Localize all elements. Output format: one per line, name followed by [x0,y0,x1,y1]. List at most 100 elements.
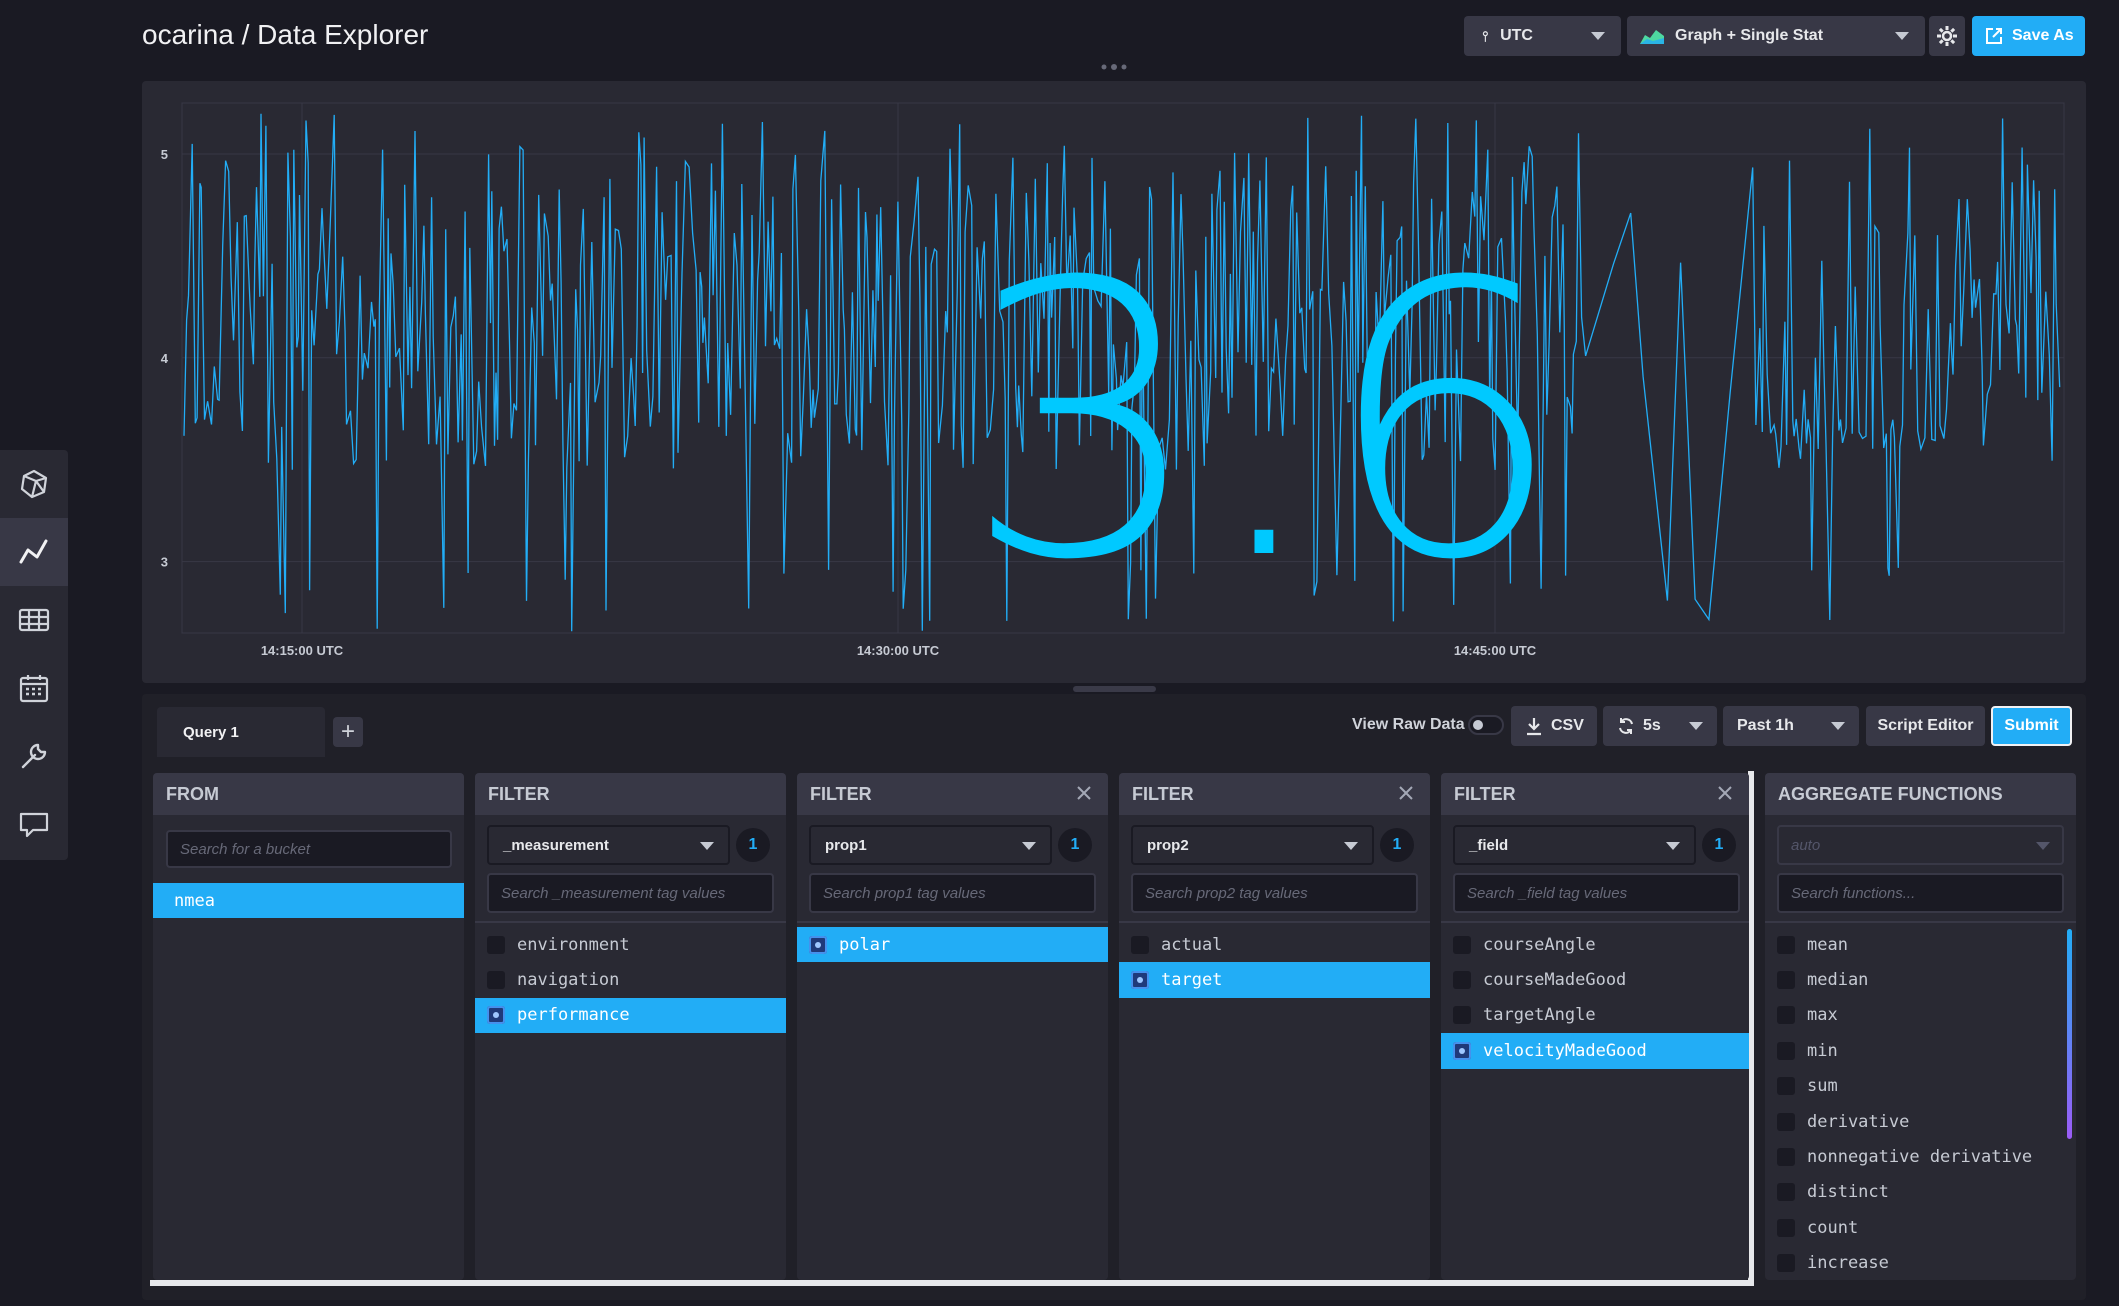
checkbox[interactable] [1453,971,1471,990]
list-item[interactable]: distinct [1765,1175,2076,1210]
list-item[interactable]: nonnegative derivative [1765,1139,2076,1174]
close-icon[interactable] [1072,781,1096,805]
save-as-button[interactable]: Save As [1972,16,2085,56]
nav-tasks[interactable] [0,654,68,722]
checkbox[interactable] [1777,1112,1795,1131]
checkbox[interactable] [1453,1006,1471,1025]
filter-key-label: _measurement [503,836,609,854]
filter-title-label: FILTER [810,783,872,804]
checkbox[interactable] [487,971,505,990]
item-label: min [1807,1040,1838,1061]
nav-feedback[interactable] [0,790,68,858]
refresh-icon [1619,718,1633,734]
checkbox[interactable] [1777,1041,1795,1060]
list-item[interactable]: increase [1765,1246,2076,1280]
csv-button[interactable]: CSV [1511,706,1597,746]
close-icon[interactable] [1394,781,1418,805]
filter-key-dropdown[interactable]: _field [1453,825,1696,865]
chat-icon [19,812,49,838]
filter-title-label: FILTER [1132,783,1194,804]
panel-resize-handle[interactable] [1073,686,1156,692]
checkbox[interactable] [1131,935,1149,954]
checkbox[interactable] [1453,1041,1471,1060]
checkbox[interactable] [1777,1218,1795,1237]
checkbox[interactable] [1453,935,1471,954]
list-item[interactable]: derivative [1765,1104,2076,1139]
chevron-down-icon [1344,842,1358,850]
list-item[interactable]: environment [475,927,786,962]
list-item[interactable]: velocityMadeGood [1441,1033,1749,1069]
window-period-dropdown[interactable]: auto [1777,825,2064,865]
export-icon [1986,28,2002,44]
drag-handle-icon[interactable] [1100,63,1128,71]
list-item[interactable]: courseAngle [1441,927,1749,962]
checkbox[interactable] [1777,1006,1795,1025]
list-item[interactable]: sum [1765,1069,2076,1104]
filter-key-dropdown[interactable]: _measurement [487,825,730,865]
viz-type-dropdown[interactable]: Graph + Single Stat [1627,16,1925,56]
view-raw-data-toggle[interactable] [1468,715,1504,735]
list-item[interactable]: count [1765,1210,2076,1245]
checkbox[interactable] [1777,935,1795,954]
list-item[interactable]: polar [797,927,1108,963]
nav-dashboards[interactable] [0,586,68,654]
scrollbar[interactable] [2067,929,2072,1139]
item-label: targetAngle [1483,1005,1596,1026]
list-item[interactable]: min [1765,1033,2076,1068]
cube-icon [20,469,48,499]
view-raw-data-label: View Raw Data [1352,716,1465,733]
add-query-button[interactable]: + [333,717,363,747]
checkbox[interactable] [1777,1254,1795,1273]
submit-button[interactable]: Submit [1991,706,2072,746]
left-nav [0,450,68,860]
aggregate-card-title: AGGREGATE FUNCTIONS [1765,773,2076,815]
chevron-down-icon [1895,32,1909,40]
nav-data-explorer[interactable] [0,518,68,586]
list-item[interactable]: max [1765,998,2076,1033]
bucket-item-nmea[interactable]: nmea [153,883,464,919]
checkbox[interactable] [1777,971,1795,990]
nav-settings[interactable] [0,722,68,790]
checkbox[interactable] [1777,1148,1795,1167]
chevron-down-icon [1022,842,1036,850]
tag-search-input[interactable]: Search prop1 tag values [809,873,1096,913]
checkbox[interactable] [1777,1077,1795,1096]
tag-search-input[interactable]: Search _field tag values [1453,873,1740,913]
list-item[interactable]: performance [475,997,786,1034]
timezone-dropdown[interactable]: ⫯ UTC [1464,16,1621,56]
filter-card-title: FILTER [475,773,786,815]
bucket-search-input[interactable]: Search for a bucket [166,830,452,868]
filter-card-title: FILTER [1441,773,1749,815]
tab-query-1[interactable]: Query 1 [157,707,325,757]
aggregate-functions-card: AGGREGATE FUNCTIONS auto Search function… [1765,773,2076,1280]
script-editor-button[interactable]: Script Editor [1866,706,1985,746]
filter-key-dropdown[interactable]: prop1 [809,825,1052,865]
close-icon[interactable] [1713,781,1737,805]
item-label: courseMadeGood [1483,970,1627,991]
refresh-dropdown[interactable]: 5s [1603,706,1717,746]
filter-key-dropdown[interactable]: prop2 [1131,825,1374,865]
list-item[interactable]: courseMadeGood [1441,962,1749,997]
checkbox[interactable] [1777,1183,1795,1202]
list-item[interactable]: target [1119,962,1430,998]
nav-getting-started[interactable] [0,450,68,518]
list-item[interactable]: actual [1119,927,1430,962]
checkbox[interactable] [487,1006,505,1025]
checkbox[interactable] [487,935,505,954]
tag-search-input[interactable]: Search _measurement tag values [487,873,774,913]
time-range-dropdown[interactable]: Past 1h [1723,706,1859,746]
selected-count-badge: 1 [1058,828,1092,862]
filter-card-prop1: FILTER prop1 1 Search prop1 tag values p… [797,773,1108,1280]
settings-button[interactable] [1929,16,1965,56]
tag-search-input[interactable]: Search prop2 tag values [1131,873,1418,913]
function-search-input[interactable]: Search functions... [1777,873,2064,913]
filter-card-prop2: FILTER prop2 1 Search prop2 tag values a… [1119,773,1430,1280]
checkbox[interactable] [809,935,827,954]
list-item[interactable]: targetAngle [1441,998,1749,1033]
list-item[interactable]: median [1765,962,2076,997]
item-label: mean [1807,934,1848,955]
checkbox[interactable] [1131,971,1149,990]
list-item[interactable]: navigation [475,962,786,997]
item-label: sum [1807,1076,1838,1097]
list-item[interactable]: mean [1765,927,2076,962]
